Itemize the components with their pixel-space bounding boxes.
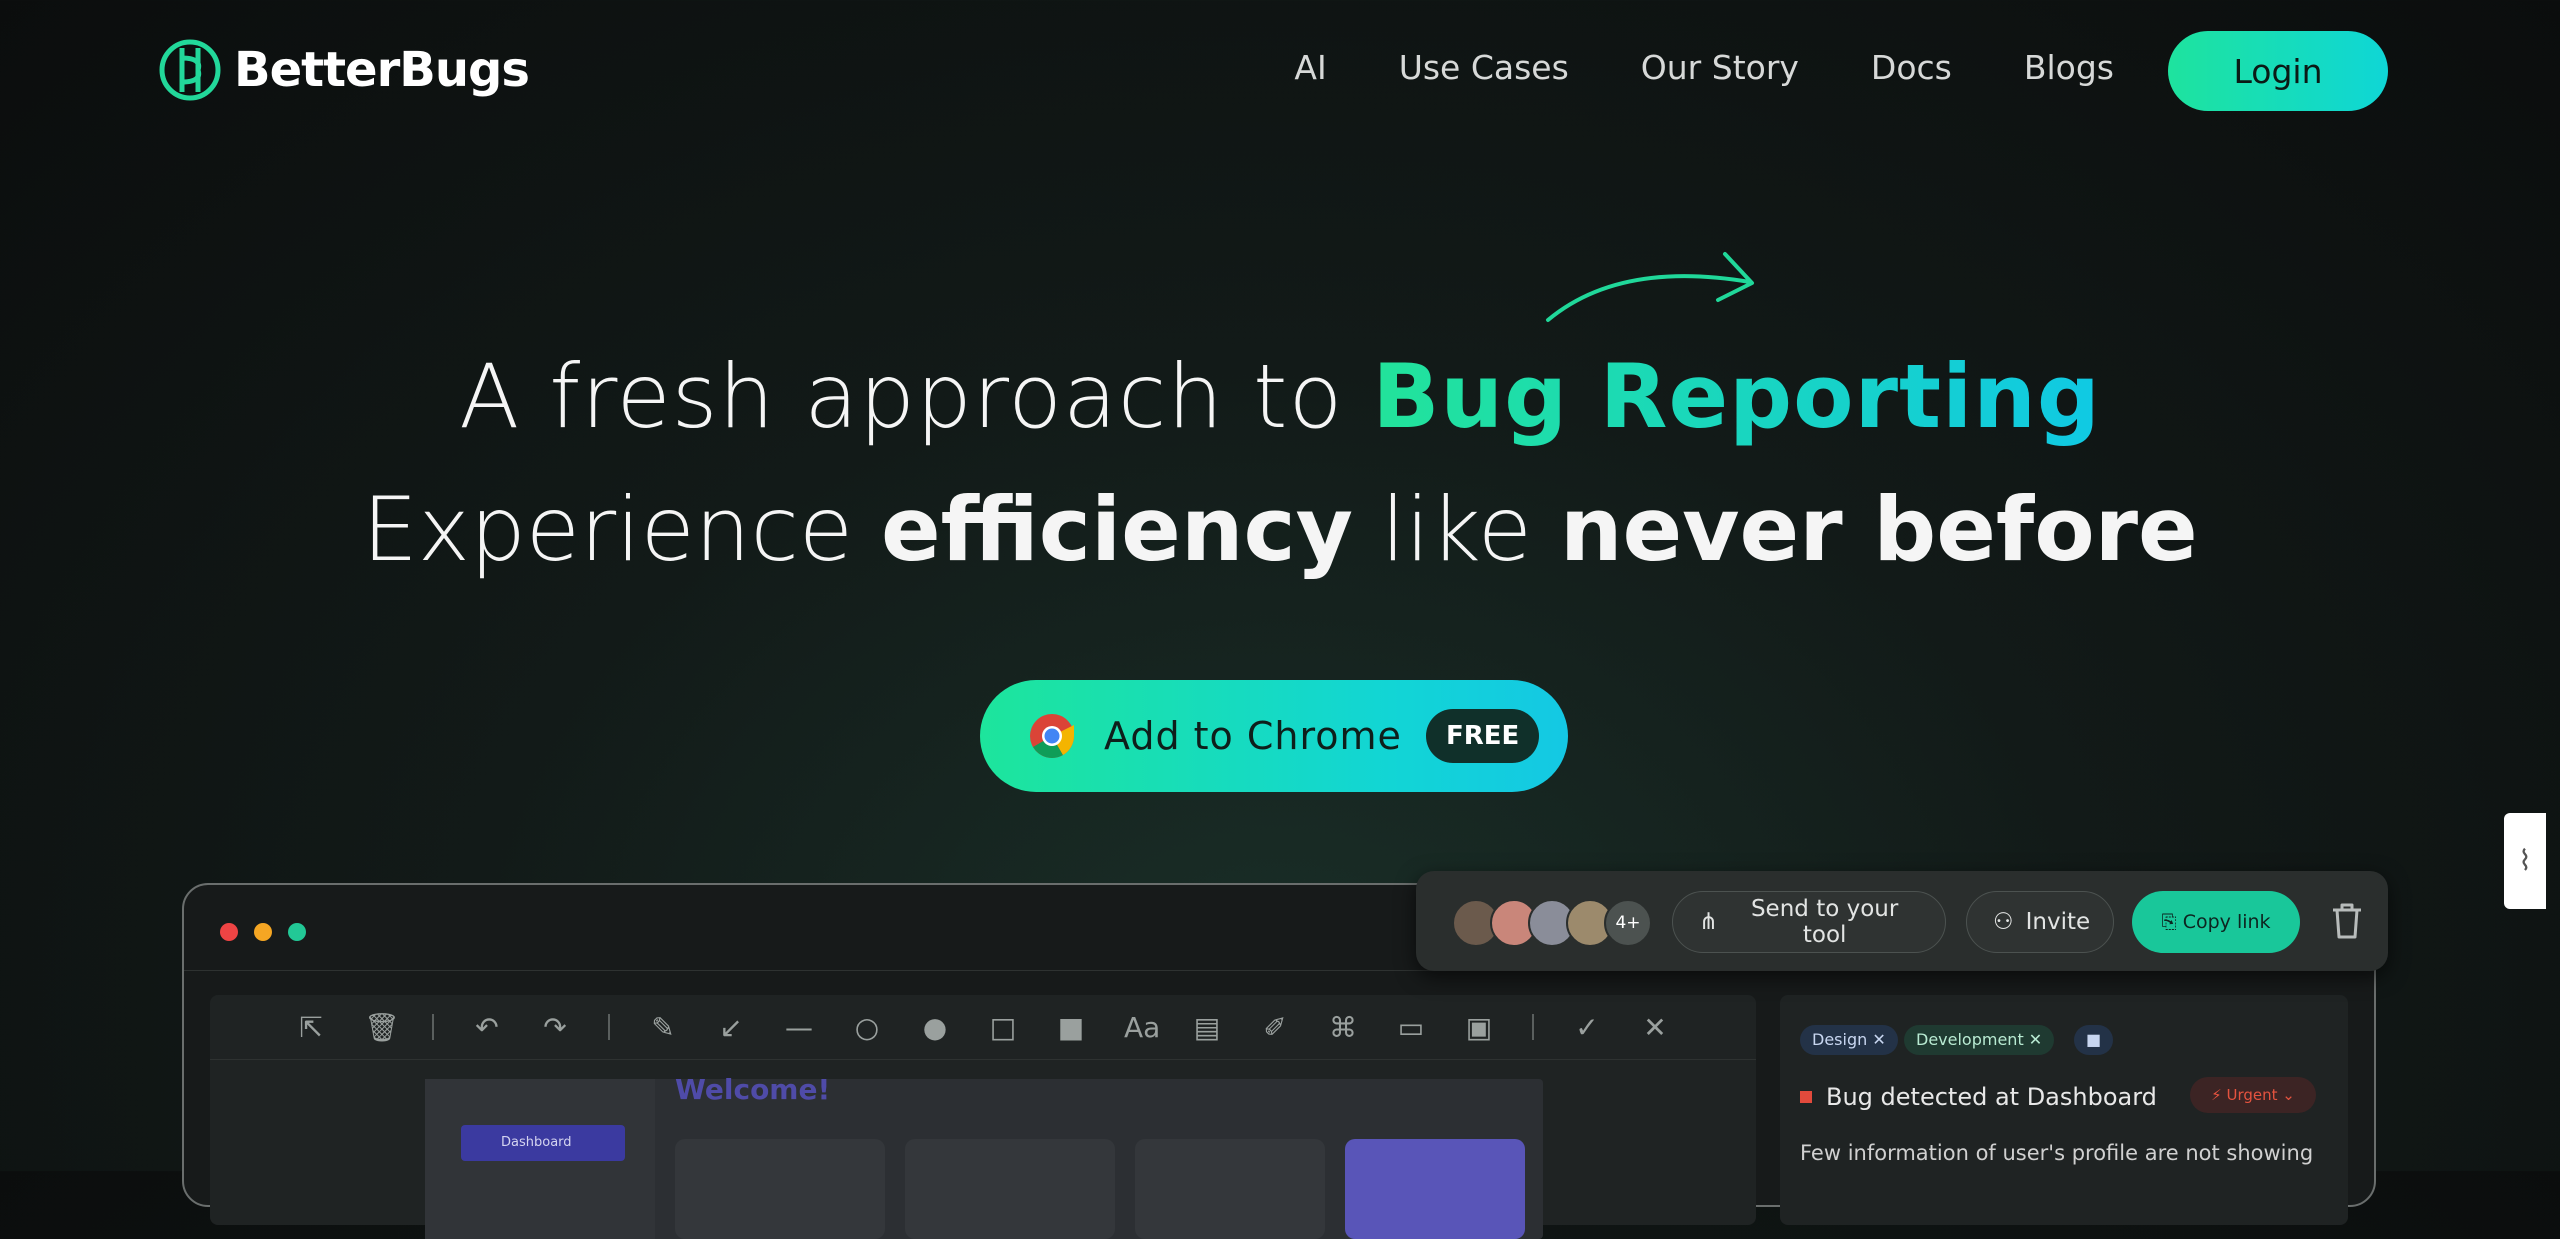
captured-screenshot: Dashboard Welcome! <box>425 1073 1543 1239</box>
free-badge: FREE <box>1425 709 1540 763</box>
highlighter-icon[interactable]: ✐ <box>1260 1011 1290 1044</box>
copy-link-button[interactable]: ⎘ Copy link <box>2132 891 2300 953</box>
delete-icon[interactable] <box>2330 901 2364 941</box>
square-icon[interactable]: □ <box>988 1011 1018 1044</box>
window-controls <box>220 923 306 941</box>
minimize-dot <box>254 923 272 941</box>
circle-icon[interactable]: ○ <box>852 1011 882 1044</box>
hero-subheadline: Experience efficiency like never before <box>0 478 2560 581</box>
share-nodes-icon: ⋔ <box>1699 909 1719 935</box>
top-nav: BetterBugs AI Use Cases Our Story Docs B… <box>0 0 2560 145</box>
toolbar-divider <box>1532 1014 1534 1040</box>
invite-label: Invite <box>2025 909 2091 935</box>
filled-circle-icon[interactable]: ● <box>920 1011 950 1044</box>
annotation-canvas: ⇱ 🗑 ↶ ↷ ✎ ↙ — ○ ● □ ■ Aa ▤ ✐ ⌘ ▭ ▣ ✓ ✕ D… <box>210 995 1756 1239</box>
side-widget-tab[interactable]: ⌇ <box>2504 813 2546 909</box>
annotation-toolbar: ⇱ 🗑 ↶ ↷ ✎ ↙ — ○ ● □ ■ Aa ▤ ✐ ⌘ ▭ ▣ ✓ ✕ <box>210 995 1756 1060</box>
bug-description: Few information of user's profile are no… <box>1800 1141 2314 1165</box>
close-dot <box>220 923 238 941</box>
line-icon[interactable]: — <box>784 1011 814 1044</box>
priority-dropdown[interactable]: ⚡ Urgent ⌄ <box>2190 1077 2316 1113</box>
hero-sub-a: Experience <box>362 478 881 581</box>
nav-link-docs[interactable]: Docs <box>1871 48 1952 87</box>
captured-dashboard-item: Dashboard <box>461 1125 625 1161</box>
blur-icon[interactable]: ▭ <box>1396 1011 1426 1044</box>
widget-icon: ⌇ <box>2518 844 2532 877</box>
text-icon[interactable]: Aa <box>1124 1011 1160 1044</box>
check-icon[interactable]: ✓ <box>1572 1011 1602 1044</box>
more-collaborators-badge: 4+ <box>1604 899 1652 947</box>
hero-headline-highlight: Bug Reporting <box>1372 345 2101 448</box>
maximize-dot <box>288 923 306 941</box>
chrome-icon <box>1030 714 1074 758</box>
hero-headline: A fresh approach to Bug Reporting <box>0 345 2560 448</box>
nav-links: AI Use Cases Our Story Docs Blogs <box>1294 48 2114 87</box>
captured-card <box>905 1139 1115 1239</box>
cursor-icon[interactable]: ⇱ <box>296 1011 326 1044</box>
send-to-tool-label: Send to your tool <box>1750 896 1899 948</box>
collaborator-avatars[interactable]: 4+ <box>1452 899 1652 947</box>
share-toolbar: 4+ ⋔ Send to your tool ⚇ Invite ⎘ Copy lin… <box>1416 871 2388 971</box>
invite-button[interactable]: ⚇ Invite <box>1966 891 2114 953</box>
tag-add-icon[interactable]: ■ <box>2074 1025 2114 1055</box>
hero-headline-plain: A fresh approach to <box>459 345 1373 448</box>
captured-card <box>1135 1139 1325 1239</box>
toolbar-divider <box>432 1014 434 1040</box>
undo-icon[interactable]: ↶ <box>472 1011 502 1044</box>
hero-sub-d: never before <box>1559 478 2198 581</box>
nav-link-use-cases[interactable]: Use Cases <box>1399 48 1569 87</box>
brand-name: BetterBugs <box>234 42 530 98</box>
add-user-icon: ⚇ <box>1993 909 2014 935</box>
hero-sub-c: like <box>1353 478 1560 581</box>
bug-status-icon <box>1800 1091 1812 1103</box>
tag-design[interactable]: Design ✕ <box>1800 1025 1898 1055</box>
bug-details-panel: Design ✕ Development ✕ ■ Bug detected at… <box>1780 995 2348 1225</box>
redo-icon[interactable]: ↷ <box>540 1011 570 1044</box>
priority-label: Urgent <box>2226 1086 2278 1104</box>
captured-card <box>675 1139 885 1239</box>
trash-icon[interactable]: 🗑 <box>364 1011 400 1044</box>
nav-link-our-story[interactable]: Our Story <box>1641 48 1799 87</box>
brand-logo[interactable]: BetterBugs <box>158 38 530 102</box>
hero-sub-b: efficiency <box>880 478 1353 581</box>
crop-icon[interactable]: ⌘ <box>1328 1011 1358 1044</box>
tag-development[interactable]: Development ✕ <box>1904 1025 2055 1055</box>
close-icon[interactable]: ✕ <box>1640 1011 1670 1044</box>
add-to-chrome-label: Add to Chrome <box>1104 714 1402 758</box>
copy-link-label: Copy link <box>2182 911 2271 933</box>
toolbar-divider <box>608 1014 610 1040</box>
add-to-chrome-button[interactable]: Add to Chrome FREE <box>980 680 1568 792</box>
bug-title: Bug detected at Dashboard <box>1826 1083 2157 1111</box>
pencil-icon[interactable]: ✎ <box>648 1011 678 1044</box>
captured-sidebar: Dashboard <box>425 1079 655 1239</box>
tag-design-label: Design <box>1812 1030 1868 1049</box>
login-button[interactable]: Login <box>2168 31 2388 111</box>
send-to-tool-button[interactable]: ⋔ Send to your tool <box>1672 891 1946 953</box>
tag-development-label: Development <box>1916 1030 2024 1049</box>
frame-icon[interactable]: ▣ <box>1464 1011 1494 1044</box>
captured-welcome-text: Welcome! <box>675 1073 831 1106</box>
nav-link-blogs[interactable]: Blogs <box>2024 48 2114 87</box>
curved-arrow-icon <box>1546 252 1754 322</box>
comment-icon[interactable]: ▤ <box>1192 1011 1222 1044</box>
arrow-icon[interactable]: ↙ <box>716 1011 746 1044</box>
betterbugs-logo-icon <box>159 39 221 101</box>
captured-card <box>1345 1139 1525 1239</box>
filled-square-icon[interactable]: ■ <box>1056 1011 1086 1044</box>
nav-link-ai[interactable]: AI <box>1294 48 1326 87</box>
